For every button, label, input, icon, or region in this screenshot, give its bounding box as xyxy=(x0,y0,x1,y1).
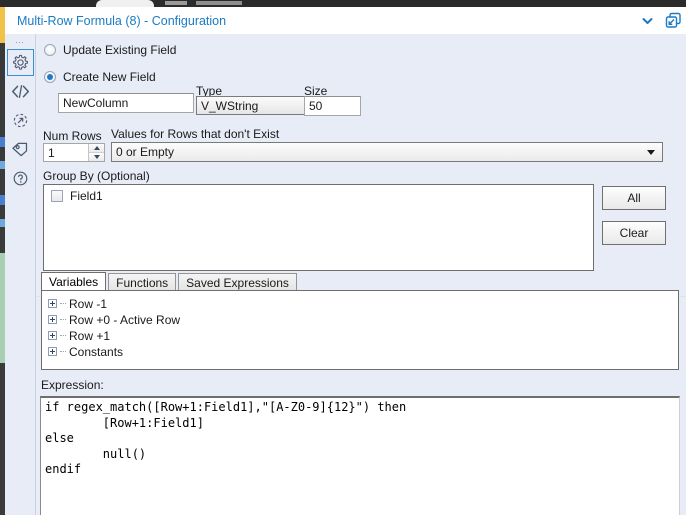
tree-connector xyxy=(60,319,66,320)
question-mark-icon xyxy=(12,170,29,187)
open-in-new-window-icon[interactable] xyxy=(660,10,686,32)
background-ghost-item xyxy=(165,1,187,5)
sidebar-item-runtime[interactable] xyxy=(7,107,34,134)
expand-plus-icon[interactable] xyxy=(48,315,57,324)
tab-variables[interactable]: Variables xyxy=(41,272,107,291)
tree-node-label: Constants xyxy=(69,344,124,359)
radio-label-update-existing: Update Existing Field xyxy=(63,43,177,57)
chevron-down-icon-values xyxy=(647,150,655,155)
radio-indicator-update-existing xyxy=(44,44,56,56)
configuration-panel: Update Existing Field Create New Field N… xyxy=(36,34,686,515)
window-titlebar: Multi-Row Formula (8) - Configuration xyxy=(5,7,686,35)
sidebar-item-help[interactable] xyxy=(7,165,34,192)
clear-selection-button[interactable]: Clear xyxy=(602,221,666,245)
expression-text: if regex_match([Row+1:Field1],"[A-Z0-9]{… xyxy=(45,400,407,476)
size-value: 50 xyxy=(309,99,323,113)
tree-node-row-minus-1[interactable]: Row -1 xyxy=(48,296,678,311)
tree-node-constants[interactable]: Constants xyxy=(48,344,678,359)
tree-connector xyxy=(60,335,66,336)
num-rows-value: 1 xyxy=(48,145,55,160)
num-rows-label: Num Rows xyxy=(43,129,102,143)
tree-node-row-plus-0[interactable]: Row +0 - Active Row xyxy=(48,312,678,327)
background-window-strip xyxy=(0,0,686,7)
tree-node-label: Row +1 xyxy=(69,328,111,343)
values-for-rows-dropdown[interactable]: 0 or Empty xyxy=(111,142,663,162)
expand-plus-icon[interactable] xyxy=(48,299,57,308)
circular-arrow-icon xyxy=(12,112,29,129)
tree-node-row-plus-1[interactable]: Row +1 xyxy=(48,328,678,343)
chevron-down-icon[interactable] xyxy=(634,10,660,32)
code-brackets-icon xyxy=(11,83,30,100)
sidebar-item-xml-view[interactable] xyxy=(7,78,34,105)
expression-label: Expression: xyxy=(41,378,104,392)
tree-connector xyxy=(60,303,66,304)
list-item[interactable]: Field1 xyxy=(44,185,593,203)
tab-saved-expressions[interactable]: Saved Expressions xyxy=(178,273,297,291)
variables-tree[interactable]: Row -1 Row +0 - Active Row Row +1 Consta… xyxy=(41,290,679,370)
tree-node-label: Row -1 xyxy=(69,296,108,311)
radio-create-new-field[interactable]: Create New Field xyxy=(44,70,156,84)
tab-functions[interactable]: Functions xyxy=(108,273,177,291)
sidebar-drag-handle[interactable]: ⋯ xyxy=(12,38,28,47)
tool-sidebar: ⋯ xyxy=(5,34,36,515)
select-all-button[interactable]: All xyxy=(602,186,666,210)
num-rows-stepper-buttons[interactable] xyxy=(88,144,104,161)
stepper-up-icon[interactable] xyxy=(89,144,104,152)
num-rows-stepper[interactable]: 1 xyxy=(43,143,105,162)
radio-label-create-new: Create New Field xyxy=(63,70,156,84)
stepper-down-icon[interactable] xyxy=(89,152,104,161)
sidebar-item-configuration[interactable] xyxy=(6,49,34,76)
page-title: Multi-Row Formula (8) - Configuration xyxy=(17,13,227,28)
multi-row-formula-config-window: Multi-Row Formula (8) - Configuration ⋯ xyxy=(0,0,686,515)
expression-editor[interactable]: if regex_match([Row+1:Field1],"[A-Z0-9]{… xyxy=(40,396,680,515)
values-for-rows-value: 0 or Empty xyxy=(116,145,175,159)
radio-update-existing-field[interactable]: Update Existing Field xyxy=(44,43,176,57)
group-by-field-list[interactable]: Field1 xyxy=(43,184,594,271)
group-by-label: Group By (Optional) xyxy=(43,169,150,183)
background-ghost-item-2 xyxy=(196,1,242,5)
expand-plus-icon[interactable] xyxy=(48,331,57,340)
gear-icon xyxy=(12,54,29,71)
expression-scroll-gutter[interactable] xyxy=(680,396,686,515)
tree-connector xyxy=(60,351,66,352)
tag-icon xyxy=(11,141,29,158)
background-tab-ghost xyxy=(96,0,154,7)
tree-node-label: Row +0 - Active Row xyxy=(69,312,181,327)
new-field-name-value: NewColumn xyxy=(63,96,129,110)
size-input[interactable]: 50 xyxy=(304,96,361,116)
radio-indicator-create-new xyxy=(44,71,56,83)
list-item-label: Field1 xyxy=(70,189,103,203)
expand-plus-icon[interactable] xyxy=(48,347,57,356)
type-value: V_WString xyxy=(201,98,259,113)
values-for-rows-label: Values for Rows that don't Exist xyxy=(111,127,280,141)
sidebar-item-annotation[interactable] xyxy=(7,136,34,163)
new-field-name-input[interactable]: NewColumn xyxy=(58,93,194,113)
expression-editor-tabs: Variables Functions Saved Expressions xyxy=(41,272,299,291)
checkbox-field1[interactable] xyxy=(51,190,63,202)
